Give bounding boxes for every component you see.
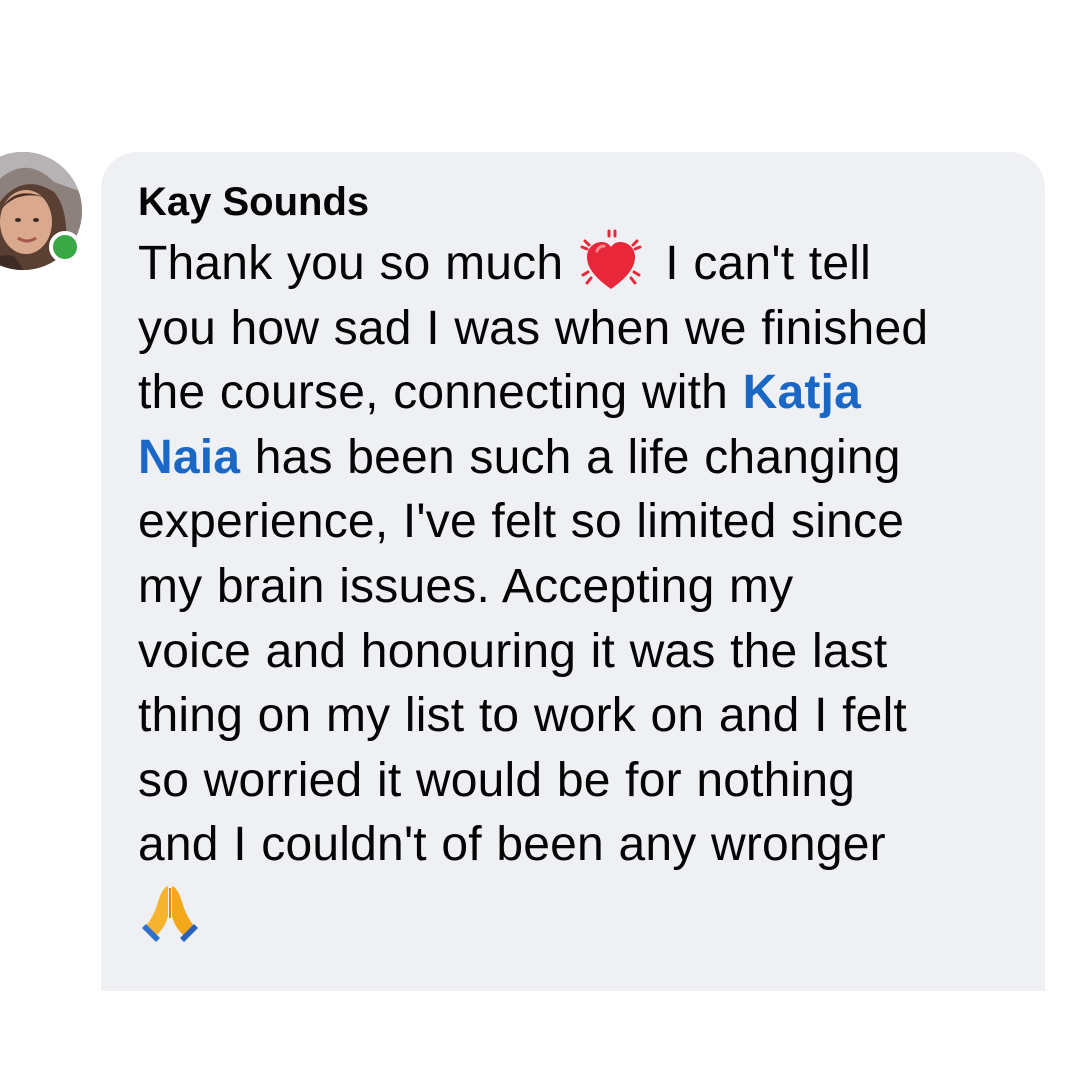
comment-text-segment: has been such a life changing <box>240 430 901 484</box>
comment-line-5: experience, I've felt so limited since <box>138 495 905 549</box>
comment-line-7: voice and honouring it was the last <box>138 624 888 678</box>
avatar-container[interactable] <box>0 152 90 277</box>
comment-text-segment: I can't tell <box>665 237 871 290</box>
comment-line-2: you how sad I was when we finished <box>138 301 929 355</box>
comment-line-4: Naia has been such a life changing <box>138 426 1015 491</box>
beating-heart-emoji-icon <box>575 227 647 299</box>
comment-line-9: so worried it would be for nothing <box>138 753 856 807</box>
online-status-dot <box>49 231 81 263</box>
comment-line-8: thing on my list to work on and I felt <box>138 689 907 743</box>
comment-line-1: Thank you so much I can't tell <box>138 229 1015 297</box>
comment-line-10: and I couldn't of been any wronger <box>138 818 886 872</box>
comment-line-11 <box>138 878 1015 944</box>
comment-text-segment: Thank you so much <box>138 237 564 290</box>
mention-link-first[interactable]: Katja <box>743 366 861 419</box>
comment-line-6: my brain issues. Accepting my <box>138 559 794 613</box>
comment-screenshot: Kay Sounds Thank you so much I can't tel… <box>0 0 1080 1080</box>
comment-line-3: the course, connecting with Katja <box>138 361 1015 426</box>
comment-text-segment: the course, connecting with <box>138 366 743 420</box>
folded-hands-emoji-icon <box>138 880 202 944</box>
comment-body: Thank you so much I can't tell you how s… <box>138 229 1015 944</box>
comment-bubble: Kay Sounds Thank you so much I can't tel… <box>101 152 1045 991</box>
comment-author-name[interactable]: Kay Sounds <box>138 176 1015 228</box>
mention-link-last[interactable]: Naia <box>138 431 240 484</box>
